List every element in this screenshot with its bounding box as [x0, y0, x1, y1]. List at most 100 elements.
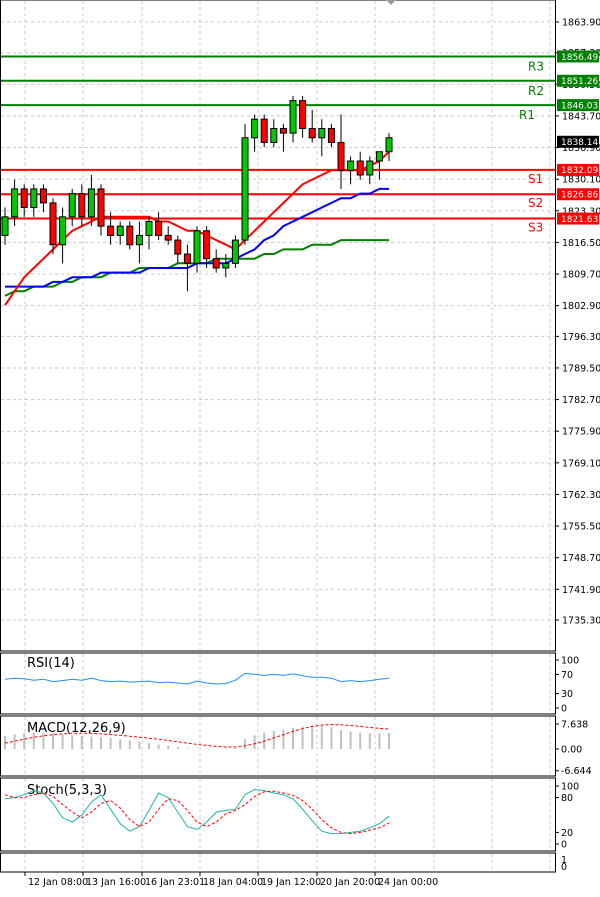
- candle-body-up: [366, 160, 374, 176]
- candle-body-up: [87, 188, 95, 218]
- price-tick-label-14: 1769.10: [562, 458, 600, 469]
- candle-body-up: [30, 188, 38, 209]
- rsi-panel: RSI(14) 100 70 30 0: [4, 656, 579, 715]
- time-tick-label-3: 18 Jan 04:00: [203, 877, 263, 888]
- candle-body-down: [299, 100, 307, 129]
- candle-body-up: [270, 127, 278, 143]
- rsi-tick-label-1: 70: [561, 670, 573, 681]
- candle-body-up: [289, 100, 297, 134]
- candle-body-down: [107, 225, 115, 236]
- price-tick-label-17: 1748.70: [562, 553, 600, 564]
- candle: [39, 184, 47, 213]
- rsi-tick-label-0: 100: [561, 656, 579, 667]
- candle: [116, 221, 124, 245]
- level-tag-s1: 1832.09: [561, 166, 598, 176]
- price-tick-label-15: 1762.30: [562, 490, 600, 501]
- candle: [299, 95, 307, 138]
- bottom-panel-frame: [0, 852, 556, 873]
- price-tick-label-19: 1735.30: [562, 616, 600, 627]
- candle-body-up: [385, 137, 393, 153]
- candle-body-down: [203, 230, 211, 260]
- candle-body-down: [174, 239, 182, 255]
- price-tick-label-16: 1755.50: [562, 522, 600, 533]
- candle-body-up: [375, 151, 383, 162]
- time-tick-label-5: 20 Jan 20:00: [320, 877, 380, 888]
- candle-body-up: [231, 239, 239, 264]
- candle: [260, 114, 268, 148]
- price-panel-frame: [0, 0, 556, 652]
- candle-body-up: [116, 225, 124, 236]
- price-tick-label-7: 1816.50: [562, 238, 600, 249]
- stoch-tick-label-2: 20: [561, 828, 573, 839]
- candle: [155, 212, 163, 241]
- candle-body-up: [347, 160, 355, 171]
- candle-body-up: [11, 188, 19, 218]
- price-tick-label-13: 1775.90: [562, 427, 600, 438]
- level-tag-r1: 1846.03: [561, 101, 598, 111]
- bottom-panel: 10: [561, 855, 567, 873]
- time-axis: 12 Jan 08:0013 Jan 16:0016 Jan 23:0118 J…: [24, 872, 438, 888]
- candle: [356, 151, 364, 180]
- candle: [20, 184, 28, 217]
- price-tick-label-0: 1863.90: [562, 18, 600, 29]
- candle: [174, 235, 182, 264]
- price-tick-label-12: 1782.70: [562, 395, 600, 406]
- rsi-line: [4, 672, 390, 685]
- candle: [347, 156, 355, 185]
- candle-body-down: [260, 118, 268, 143]
- candle: [318, 119, 326, 157]
- macd-tick-label-1: 0.00: [561, 745, 582, 756]
- candle-body-down: [337, 141, 345, 171]
- candle-body-down: [49, 202, 57, 246]
- level-label-r2: R2: [528, 84, 544, 98]
- candle-body-up: [68, 193, 76, 218]
- price-tick-label-3: 1843.70: [562, 111, 600, 122]
- time-tick-label-6: 24 Jan 00:00: [378, 877, 438, 888]
- candle: [231, 235, 239, 268]
- stoch-panel: Stoch(5,3,3) 10080 200: [4, 782, 579, 851]
- candle: [375, 151, 383, 180]
- macd-panel: MACD(12,26,9) 7.6380.00-6.644: [4, 720, 592, 777]
- candle: [270, 119, 278, 148]
- candle: [289, 95, 297, 143]
- candle-body-down: [164, 234, 172, 241]
- price-tick-label-9: 1802.90: [562, 301, 600, 312]
- candle-body-up: [222, 262, 230, 269]
- level-tag-r3: 1856.49: [561, 53, 598, 63]
- level-tags: 1856.49 1851.26 1846.03 1832.09 1826.86 1821.…: [557, 50, 599, 225]
- candle-body-up: [135, 234, 143, 246]
- candle: [385, 133, 393, 162]
- candle-body-down: [97, 188, 105, 227]
- candle-body-up: [59, 216, 67, 246]
- candle-body-down: [356, 160, 364, 176]
- price-chart[interactable]: R3R2R1S1S2S3 1863.901857.301850.501843.7…: [0, 0, 600, 897]
- rsi-tick-label-2: 30: [561, 689, 573, 700]
- price-tick-label-8: 1809.70: [562, 270, 600, 281]
- candle: [308, 109, 316, 143]
- candle-body-down: [183, 253, 191, 264]
- level-label-s3: S3: [528, 221, 543, 235]
- rsi-tick-label-3: 0: [561, 704, 567, 715]
- time-tick-label-4: 19 Jan 12:00: [261, 877, 321, 888]
- candle-body-down: [78, 193, 86, 218]
- price-tick-label-5: 1830.10: [562, 175, 600, 186]
- candle: [126, 221, 134, 250]
- time-tick-label-2: 16 Jan 23:01: [145, 877, 205, 888]
- candle-body-down: [39, 188, 47, 204]
- bottom-tick-label-1: 0: [561, 862, 567, 873]
- candle: [59, 207, 67, 264]
- scroll-marker-icon[interactable]: [386, 0, 396, 5]
- level-tag-s3: 1821.63: [561, 215, 598, 225]
- candle-body-up: [193, 230, 201, 264]
- candle-body-up: [251, 118, 259, 139]
- current-price-tag: 1838.14: [561, 138, 598, 148]
- stoch-tick-label-0: 100: [561, 782, 579, 793]
- level-label-s2: S2: [528, 196, 543, 210]
- candle-body-down: [155, 220, 163, 236]
- price-tick-label-18: 1741.90: [562, 585, 600, 596]
- candle: [241, 123, 249, 245]
- candle-body-up: [241, 137, 249, 241]
- candle: [145, 216, 153, 250]
- level-label-s1: S1: [528, 172, 543, 186]
- candle: [366, 156, 374, 185]
